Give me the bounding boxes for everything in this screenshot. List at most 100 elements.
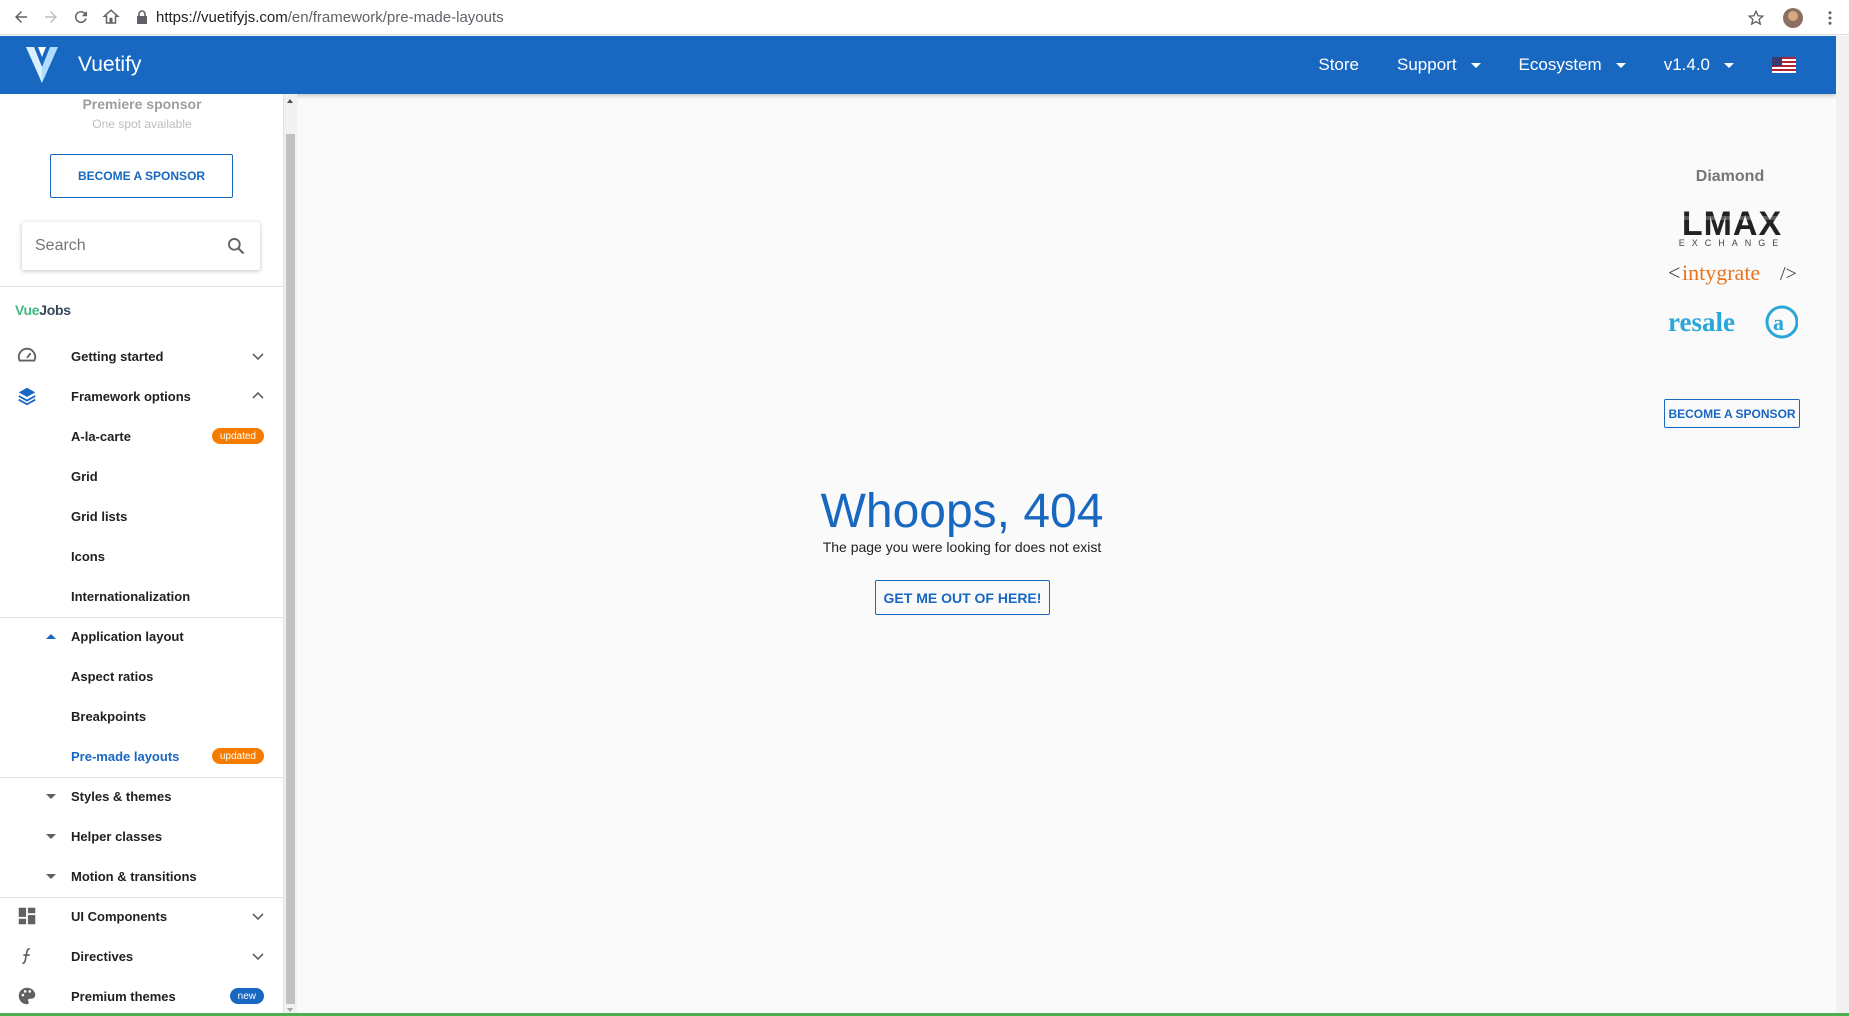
caret-up-icon [46, 633, 56, 639]
browser-toolbar: https://vuetifyjs.com/en/framework/pre-m… [0, 0, 1849, 35]
support-label: Support [1397, 55, 1457, 74]
sidebar-item-label: Aspect ratios [71, 668, 154, 684]
sidebar-item-premium-themes[interactable]: Premium themes new [0, 976, 283, 1016]
chevron-up-icon [252, 391, 264, 399]
sidebar-item-label: Getting started [71, 348, 164, 364]
sidebar-item-directives[interactable]: Directives [0, 936, 283, 976]
page-scrollbar[interactable] [1836, 36, 1849, 1016]
error-heading: Whoops, 404 [820, 485, 1104, 538]
exchange-logo-text: EXCHANGE [1679, 238, 1786, 248]
sidebar-item-getting-started[interactable]: Getting started [0, 336, 283, 376]
ecosystem-menu[interactable]: Ecosystem [1519, 55, 1626, 75]
lock-icon [137, 10, 147, 24]
sidebar-scroll-thumb[interactable] [286, 134, 295, 1004]
store-label: Store [1318, 55, 1359, 74]
sidebar-item-a-la-carte[interactable]: A-la-carte updated [0, 416, 283, 456]
caret-down-icon [1470, 62, 1481, 68]
back-icon[interactable] [6, 2, 36, 32]
search-input[interactable] [35, 237, 215, 255]
error-message: The page you were looking for does not e… [822, 539, 1102, 555]
reload-icon[interactable] [66, 2, 96, 32]
sidebar-item-grid[interactable]: Grid [0, 456, 283, 496]
chevron-down-icon [252, 353, 264, 361]
navigation-drawer: Premiere sponsor One spot available BECO… [0, 94, 284, 1016]
premiere-title: Premiere sponsor [82, 96, 202, 112]
get-me-out-button[interactable]: GET ME OUT OF HERE! [875, 580, 1050, 615]
search-icon[interactable] [226, 236, 246, 256]
divider [0, 286, 283, 287]
brand-title[interactable]: Vuetify [78, 53, 141, 77]
sidebar-item-label: Framework options [71, 388, 191, 404]
store-link[interactable]: Store [1318, 55, 1359, 75]
app-toolbar: Vuetify Store Support Ecosystem v1.4.0 [0, 36, 1836, 94]
version-menu[interactable]: v1.4.0 [1664, 55, 1734, 75]
sidebar-item-label: Grid lists [71, 508, 128, 524]
sidebar-group-motion-transitions[interactable]: Motion & transitions [0, 856, 283, 896]
sidebar-item-aspect-ratios[interactable]: Aspect ratios [0, 656, 283, 696]
caret-down-icon [1724, 62, 1734, 68]
sidebar-item-label: Application layout [71, 628, 184, 644]
sidebar-item-pre-made-layouts[interactable]: Pre-made layouts updated [0, 736, 283, 776]
search-box [22, 222, 260, 270]
scroll-up-arrow-icon[interactable] [287, 99, 293, 103]
sidebar-group-styles-themes[interactable]: Styles & themes [0, 776, 283, 816]
become-sponsor-button-right[interactable]: BECOME A SPONSOR [1664, 399, 1800, 428]
bookmark-star-icon[interactable] [1741, 3, 1771, 33]
palette-icon [18, 987, 36, 1005]
sidebar-item-grid-lists[interactable]: Grid lists [0, 496, 283, 536]
updated-badge: updated [211, 748, 264, 764]
caret-down-icon [46, 833, 56, 839]
ecosystem-label: Ecosystem [1518, 55, 1602, 74]
sidebar-item-label: Internationalization [71, 588, 191, 604]
us-flag-icon[interactable] [1772, 57, 1796, 73]
main-content: Whoops, 404 The page you were looking fo… [297, 94, 1627, 1013]
caret-down-icon [46, 873, 56, 879]
support-menu[interactable]: Support [1397, 55, 1481, 75]
forward-icon[interactable] [36, 2, 66, 32]
lmax-exchange-logo[interactable]: LMAX EXCHANGE [1668, 206, 1796, 248]
intygrate-logo[interactable]: < intygrate /> [1668, 259, 1798, 287]
sidebar-item-internationalization[interactable]: Internationalization [0, 576, 283, 616]
sidebar-item-label: Styles & themes [71, 788, 172, 804]
vuejobs-vue-text: Vue [15, 302, 40, 318]
vuetify-logo-icon[interactable] [24, 45, 60, 85]
updated-badge: updated [211, 428, 264, 444]
vuejobs-link[interactable]: VueJobs [15, 302, 71, 318]
new-badge: new [229, 988, 264, 1004]
home-icon[interactable] [96, 2, 126, 32]
profile-avatar[interactable] [1783, 7, 1803, 28]
caret-down-icon [46, 793, 56, 799]
sidebar-item-breakpoints[interactable]: Breakpoints [0, 696, 283, 736]
sidebar-item-label: Breakpoints [71, 708, 147, 724]
speedometer-icon [17, 347, 37, 362]
sidebar-scrollbar[interactable] [284, 94, 297, 1016]
svg-text:a: a [1773, 310, 1784, 335]
sidebar-item-framework-options[interactable]: Framework options [0, 376, 283, 416]
chevron-down-icon [252, 953, 264, 961]
scroll-down-arrow-icon[interactable] [287, 1008, 293, 1012]
browser-menu-icon[interactable] [1815, 3, 1845, 33]
sidebar-group-application-layout[interactable]: Application layout [0, 616, 283, 656]
become-sponsor-button[interactable]: BECOME A SPONSOR [50, 154, 233, 198]
sidebar-item-label: Directives [71, 948, 134, 964]
premiere-subtitle: One spot available [92, 117, 192, 131]
sidebar-item-ui-components[interactable]: UI Components [0, 896, 283, 936]
url-path: /en/framework/pre-made-layouts [287, 8, 504, 26]
caret-down-icon [1615, 62, 1626, 68]
sidebar-item-label: Icons [71, 548, 105, 564]
resale-logo[interactable]: resale a [1668, 304, 1798, 340]
sidebar-group-helper-classes[interactable]: Helper classes [0, 816, 283, 856]
sidebar-item-label: Grid [71, 468, 98, 484]
sidebar-item-icons[interactable]: Icons [0, 536, 283, 576]
resale-logo-text: resale [1668, 307, 1735, 337]
sidebar-item-label: UI Components [71, 908, 168, 924]
function-icon [22, 947, 30, 965]
sidebar-item-label: A-la-carte [71, 428, 131, 444]
sidebar-item-label: Premium themes [71, 988, 176, 1004]
version-label: v1.4.0 [1663, 55, 1710, 74]
vuejobs-jobs-text: Jobs [39, 302, 71, 318]
address-bar[interactable]: https://vuetifyjs.com/en/framework/pre-m… [136, 9, 504, 26]
sidebar-item-label: Helper classes [71, 828, 163, 844]
premiere-sponsor: Premiere sponsor One spot available [0, 94, 283, 131]
diamond-title: Diamond [1695, 168, 1765, 185]
